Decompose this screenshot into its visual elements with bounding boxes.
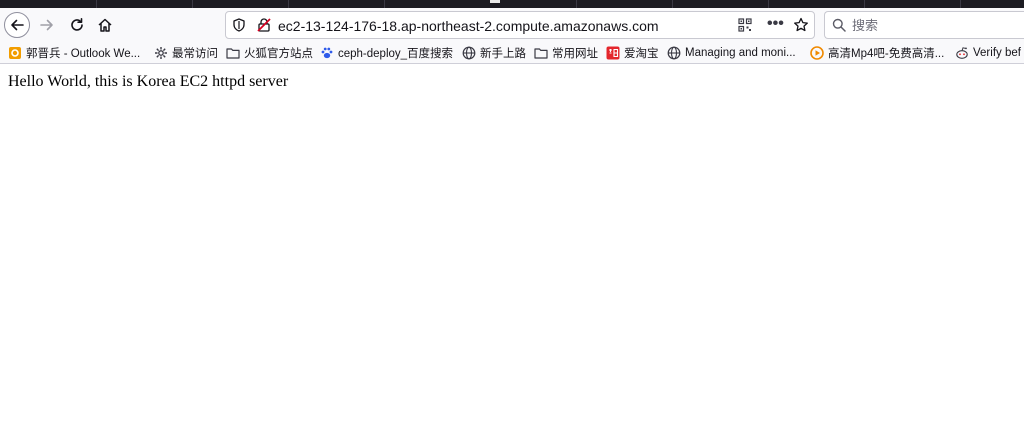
arrow-left-icon xyxy=(11,19,24,31)
arrow-right-icon xyxy=(40,19,53,31)
bookmark-label: 新手上路 xyxy=(480,48,526,60)
globe-icon xyxy=(462,46,476,60)
folder-icon xyxy=(226,46,240,60)
home-button[interactable] xyxy=(92,12,118,38)
qr-code-icon[interactable] xyxy=(738,18,752,37)
taobao-icon xyxy=(606,46,620,60)
bookmarks-toolbar: 郭晋兵 - Outlook We... 最常访问 火狐官方站点 ceph-dep… xyxy=(0,42,1024,64)
page-body-text: Hello World, this is Korea EC2 httpd ser… xyxy=(8,73,289,90)
tab-favicon[interactable] xyxy=(490,0,500,3)
search-input[interactable] xyxy=(852,14,1020,36)
tab-separator xyxy=(384,0,385,8)
tab-separator xyxy=(672,0,673,8)
tab-separator xyxy=(96,0,97,8)
outlook-icon xyxy=(8,46,22,60)
globe-icon xyxy=(667,46,681,60)
bookmark-firefox-sites[interactable]: 火狐官方站点 xyxy=(226,44,313,62)
bookmark-outlook[interactable]: 郭晋兵 - Outlook We... xyxy=(8,44,140,62)
bookmark-managing[interactable]: Managing and moni... xyxy=(667,44,796,62)
bookmark-most-visited[interactable]: 最常访问 xyxy=(154,44,218,62)
navigation-toolbar: ec2-13-124-176-18.ap-northeast-2.compute… xyxy=(0,8,1024,42)
tab-separator xyxy=(768,0,769,8)
bookmark-ceph-deploy[interactable]: ceph-deploy_百度搜索 xyxy=(320,44,453,62)
tab-separator xyxy=(288,0,289,8)
search-icon xyxy=(832,18,846,37)
page-content: Hello World, this is Korea EC2 httpd ser… xyxy=(0,64,1024,427)
bookmark-common-sites[interactable]: 常用网址 xyxy=(534,44,598,62)
bookmark-label: 郭晋兵 - Outlook We... xyxy=(26,48,141,60)
bookmark-label: 最常访问 xyxy=(172,48,218,60)
bookmark-getting-started[interactable]: 新手上路 xyxy=(462,44,526,62)
tab-separator xyxy=(192,0,193,8)
bookmark-label: ceph-deploy_百度搜索 xyxy=(338,48,454,60)
bookmark-label: 高清Mp4吧-免费高清... xyxy=(828,48,945,60)
bookmark-mp4ba[interactable]: 高清Mp4吧-免费高清... xyxy=(810,44,944,62)
bookmark-label: 爱淘宝 xyxy=(624,48,659,60)
bookmark-star-icon[interactable] xyxy=(793,17,809,38)
bookmark-taobao[interactable]: 爱淘宝 xyxy=(606,44,659,62)
reload-icon xyxy=(71,18,83,31)
back-button[interactable] xyxy=(4,12,30,38)
tracking-protection-shield-icon[interactable] xyxy=(232,18,246,37)
url-text[interactable]: ec2-13-124-176-18.ap-northeast-2.compute… xyxy=(278,18,659,34)
search-bar[interactable] xyxy=(824,11,1024,39)
folder-icon xyxy=(534,46,548,60)
forward-button[interactable] xyxy=(34,12,60,38)
bookmark-label: 火狐官方站点 xyxy=(244,48,313,60)
bookmark-label: Managing and moni... xyxy=(685,47,796,59)
page-actions-more-icon[interactable]: ••• xyxy=(767,15,784,33)
insecure-connection-lock-icon[interactable] xyxy=(256,17,272,38)
tab-separator xyxy=(576,0,577,8)
reload-button[interactable] xyxy=(64,12,90,38)
tab-strip xyxy=(0,0,1024,8)
home-icon xyxy=(98,18,112,32)
bookmark-verify[interactable]: Verify bef xyxy=(955,44,1021,62)
address-bar[interactable]: ec2-13-124-176-18.ap-northeast-2.compute… xyxy=(225,11,815,39)
gear-icon xyxy=(154,46,168,60)
tab-separator xyxy=(960,0,961,8)
tab-separator xyxy=(864,0,865,8)
bookmark-label: Verify bef xyxy=(973,47,1021,59)
baidu-paw-icon xyxy=(320,46,334,60)
mp4-play-icon xyxy=(810,46,824,60)
reddit-icon xyxy=(955,46,969,60)
bookmark-label: 常用网址 xyxy=(552,48,598,60)
